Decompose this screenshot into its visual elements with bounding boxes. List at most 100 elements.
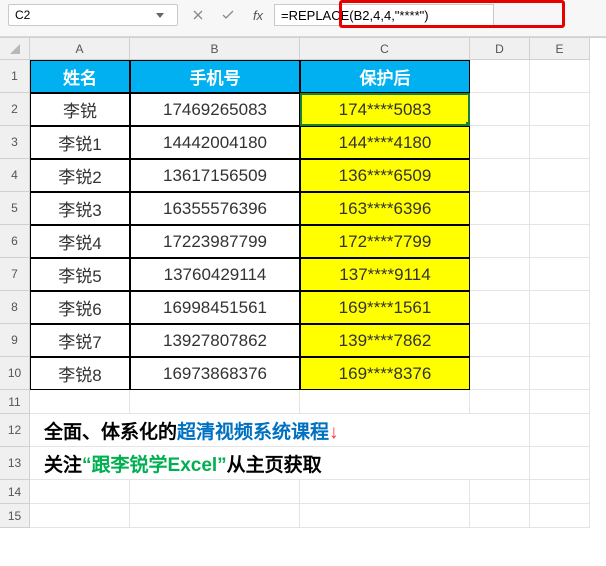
promo-row-2: 关注“跟李锐学Excel”从主页获取 bbox=[30, 447, 470, 480]
cell-A5[interactable]: 李锐3 bbox=[30, 192, 130, 225]
row-head-14[interactable]: 14 bbox=[0, 480, 30, 504]
col-head-E[interactable]: E bbox=[530, 38, 590, 60]
header-name[interactable]: 姓名 bbox=[30, 60, 130, 93]
cell-C14[interactable] bbox=[300, 480, 470, 504]
cell-E4[interactable] bbox=[530, 159, 590, 192]
cell-E15[interactable] bbox=[530, 504, 590, 528]
cell-C9[interactable]: 139****7862 bbox=[300, 324, 470, 357]
cell-D15[interactable] bbox=[470, 504, 530, 528]
formula-input[interactable] bbox=[274, 4, 494, 26]
cell-E13[interactable] bbox=[530, 447, 590, 480]
cell-E12[interactable] bbox=[530, 414, 590, 447]
cancel-formula-icon[interactable] bbox=[188, 10, 208, 20]
row-head-13[interactable]: 13 bbox=[0, 447, 30, 480]
cell-D11[interactable] bbox=[470, 390, 530, 414]
cell-D12[interactable] bbox=[470, 414, 530, 447]
cell-B8[interactable]: 16998451561 bbox=[130, 291, 300, 324]
cell-C5[interactable]: 163****6396 bbox=[300, 192, 470, 225]
cell-E11[interactable] bbox=[530, 390, 590, 414]
confirm-formula-icon[interactable] bbox=[218, 10, 238, 20]
row-head-5[interactable]: 5 bbox=[0, 192, 30, 225]
cell-B14[interactable] bbox=[130, 480, 300, 504]
row-head-1[interactable]: 1 bbox=[0, 60, 30, 93]
cell-D6[interactable] bbox=[470, 225, 530, 258]
row-head-8[interactable]: 8 bbox=[0, 291, 30, 324]
cell-E6[interactable] bbox=[530, 225, 590, 258]
cell-A7[interactable]: 李锐5 bbox=[30, 258, 130, 291]
col-head-B[interactable]: B bbox=[130, 38, 300, 60]
cell-A14[interactable] bbox=[30, 480, 130, 504]
name-box-input[interactable] bbox=[9, 6, 149, 24]
cell-D8[interactable] bbox=[470, 291, 530, 324]
row-head-15[interactable]: 15 bbox=[0, 504, 30, 528]
cell-B5[interactable]: 16355576396 bbox=[130, 192, 300, 225]
cell-E10[interactable] bbox=[530, 357, 590, 390]
cell-E14[interactable] bbox=[530, 480, 590, 504]
cell-D14[interactable] bbox=[470, 480, 530, 504]
row-head-9[interactable]: 9 bbox=[0, 324, 30, 357]
cell-C4[interactable]: 136****6509 bbox=[300, 159, 470, 192]
cell-D13[interactable] bbox=[470, 447, 530, 480]
row-head-4[interactable]: 4 bbox=[0, 159, 30, 192]
row-head-10[interactable]: 10 bbox=[0, 357, 30, 390]
cell-E8[interactable] bbox=[530, 291, 590, 324]
header-phone[interactable]: 手机号 bbox=[130, 60, 300, 93]
cell-A3[interactable]: 李锐1 bbox=[30, 126, 130, 159]
cell-A15[interactable] bbox=[30, 504, 130, 528]
name-box-dropdown[interactable] bbox=[149, 5, 171, 25]
cell-B10[interactable]: 16973868376 bbox=[130, 357, 300, 390]
cell-D2[interactable] bbox=[470, 93, 530, 126]
cell-C10[interactable]: 169****8376 bbox=[300, 357, 470, 390]
cell-E1[interactable] bbox=[530, 60, 590, 93]
cell-B15[interactable] bbox=[130, 504, 300, 528]
cell-A11[interactable] bbox=[30, 390, 130, 414]
name-box[interactable] bbox=[8, 4, 178, 26]
cell-B6[interactable]: 17223987799 bbox=[130, 225, 300, 258]
row-head-7[interactable]: 7 bbox=[0, 258, 30, 291]
cell-C3[interactable]: 144****4180 bbox=[300, 126, 470, 159]
col-head-D[interactable]: D bbox=[470, 38, 530, 60]
select-all-corner[interactable] bbox=[0, 38, 30, 60]
spreadsheet-grid[interactable]: A B C D E 1 姓名 手机号 保护后 2李锐17469265083174… bbox=[0, 37, 606, 528]
fx-icon[interactable]: fx bbox=[248, 8, 268, 23]
cell-E9[interactable] bbox=[530, 324, 590, 357]
row-head-3[interactable]: 3 bbox=[0, 126, 30, 159]
header-masked[interactable]: 保护后 bbox=[300, 60, 470, 93]
col-head-A[interactable]: A bbox=[30, 38, 130, 60]
row-head-12[interactable]: 12 bbox=[0, 414, 30, 447]
cell-B3[interactable]: 14442004180 bbox=[130, 126, 300, 159]
cell-D10[interactable] bbox=[470, 357, 530, 390]
cell-E3[interactable] bbox=[530, 126, 590, 159]
cell-E5[interactable] bbox=[530, 192, 590, 225]
cell-A9[interactable]: 李锐7 bbox=[30, 324, 130, 357]
cell-C2[interactable]: 174****5083 bbox=[300, 93, 470, 126]
cell-E7[interactable] bbox=[530, 258, 590, 291]
cell-A8[interactable]: 李锐6 bbox=[30, 291, 130, 324]
cell-D7[interactable] bbox=[470, 258, 530, 291]
cell-A6[interactable]: 李锐4 bbox=[30, 225, 130, 258]
cell-C6[interactable]: 172****7799 bbox=[300, 225, 470, 258]
cell-C7[interactable]: 137****9114 bbox=[300, 258, 470, 291]
cell-C8[interactable]: 169****1561 bbox=[300, 291, 470, 324]
cell-A2[interactable]: 李锐 bbox=[30, 93, 130, 126]
cell-A4[interactable]: 李锐2 bbox=[30, 159, 130, 192]
row-head-11[interactable]: 11 bbox=[0, 390, 30, 414]
cell-E2[interactable] bbox=[530, 93, 590, 126]
cell-B2[interactable]: 17469265083 bbox=[130, 93, 300, 126]
cell-B9[interactable]: 13927807862 bbox=[130, 324, 300, 357]
cell-D5[interactable] bbox=[470, 192, 530, 225]
row-head-6[interactable]: 6 bbox=[0, 225, 30, 258]
cell-A10[interactable]: 李锐8 bbox=[30, 357, 130, 390]
formula-buttons: fx bbox=[188, 8, 268, 23]
cell-D1[interactable] bbox=[470, 60, 530, 93]
cell-D3[interactable] bbox=[470, 126, 530, 159]
col-head-C[interactable]: C bbox=[300, 38, 470, 60]
cell-D4[interactable] bbox=[470, 159, 530, 192]
cell-B7[interactable]: 13760429114 bbox=[130, 258, 300, 291]
cell-C15[interactable] bbox=[300, 504, 470, 528]
cell-B4[interactable]: 13617156509 bbox=[130, 159, 300, 192]
cell-D9[interactable] bbox=[470, 324, 530, 357]
cell-C11[interactable] bbox=[300, 390, 470, 414]
cell-B11[interactable] bbox=[130, 390, 300, 414]
row-head-2[interactable]: 2 bbox=[0, 93, 30, 126]
